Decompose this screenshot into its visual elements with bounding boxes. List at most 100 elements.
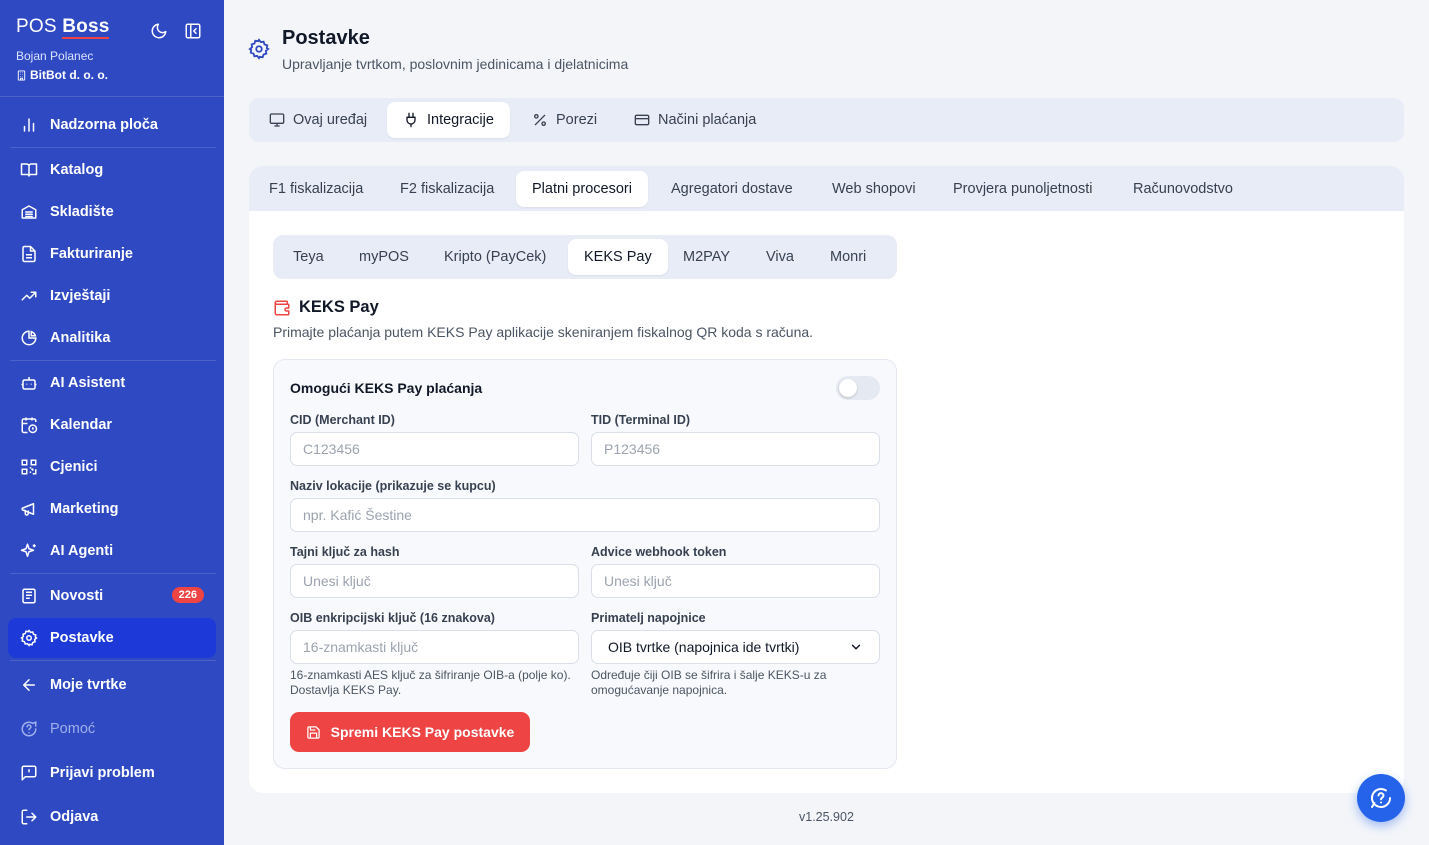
- tab-f1-fiskalizacija[interactable]: F1 fiskalizacija: [253, 171, 379, 207]
- wallet-icon: [274, 300, 290, 316]
- tab-label: Web shopovi: [832, 181, 916, 197]
- location-input[interactable]: [290, 498, 880, 532]
- tab-viva[interactable]: Viva: [750, 239, 810, 275]
- monitor-icon: [269, 113, 285, 127]
- sidebar-divider: [0, 96, 224, 97]
- sidebar-item-label: Skladište: [50, 204, 114, 220]
- tab-m2pay[interactable]: M2PAY: [667, 239, 746, 275]
- sidebar-item-moje-tvrtke[interactable]: Moje tvrtke: [8, 665, 216, 705]
- sidebar-item-ai-agenti[interactable]: AI Agenti: [8, 531, 216, 571]
- sidebar-item-label: AI Asistent: [50, 375, 126, 391]
- tab-mypos[interactable]: myPOS: [343, 239, 425, 275]
- tab-keks-pay[interactable]: KEKS Pay: [568, 239, 668, 275]
- sidebar-item-label: Izvještaji: [50, 288, 111, 304]
- file-text-icon: [22, 245, 36, 263]
- tab-label: Porezi: [556, 112, 598, 128]
- message-alert-icon: [21, 765, 37, 781]
- tab-teya[interactable]: Teya: [277, 239, 340, 275]
- tab-label: Računovodstvo: [1133, 181, 1233, 197]
- tab-nacini-placanja[interactable]: Načini plaćanja: [618, 102, 772, 138]
- building-icon: [17, 69, 26, 81]
- webhook-label: Advice webhook token: [591, 545, 727, 559]
- sidebar-item-nadzorna-ploca[interactable]: Nadzorna ploča: [8, 105, 216, 145]
- log-out-icon: [21, 809, 37, 825]
- tab-label: Teya: [293, 249, 324, 265]
- keks-pay-form: Omogući KEKS Pay plaćanja CID (Merchant …: [273, 359, 897, 769]
- panel-collapse-icon[interactable]: [184, 22, 202, 40]
- sidebar-item-postavke[interactable]: Postavke: [8, 618, 216, 658]
- sidebar-item-label: Prijavi problem: [50, 765, 155, 781]
- tab-platni-procesori[interactable]: Platni procesori: [516, 171, 648, 207]
- sidebar-divider: [10, 360, 216, 361]
- sidebar-item-pomoc[interactable]: Pomoć: [8, 709, 216, 749]
- tab-porezi[interactable]: Porezi: [516, 102, 613, 138]
- notification-badge: 226: [171, 587, 204, 603]
- tab-integracije[interactable]: Integracije: [387, 102, 510, 138]
- sparkles-icon: [20, 543, 36, 557]
- tab-label: Monri: [830, 249, 867, 265]
- arrow-left-icon: [23, 679, 35, 691]
- tab-label: F1 fiskalizacija: [269, 181, 364, 197]
- sidebar-item-prijavi-problem[interactable]: Prijavi problem: [8, 753, 216, 793]
- tab-racunovodstvo[interactable]: Računovodstvo: [1117, 171, 1249, 207]
- sidebar-item-label: Nadzorna ploča: [50, 117, 158, 133]
- save-button-label: Spremi KEKS Pay postavke: [330, 724, 515, 740]
- tab-label: Provjera punoljetnosti: [953, 181, 1093, 197]
- cid-input[interactable]: [290, 432, 579, 466]
- tab-label: Kripto (PayCek): [444, 249, 547, 265]
- brand-logo[interactable]: POS Boss: [16, 16, 110, 39]
- moon-icon[interactable]: [150, 22, 168, 40]
- sidebar-item-label: Fakturiranje: [50, 246, 133, 262]
- sidebar-item-ai-asistent[interactable]: AI Asistent: [8, 363, 216, 403]
- help-circle-icon: [21, 721, 37, 737]
- enable-label: Omogući KEKS Pay plaćanja: [290, 380, 483, 396]
- tab-label: Ovaj uređaj: [293, 112, 368, 128]
- credit-card-icon: [634, 114, 650, 126]
- recipient-label: Primatelj napojnice: [591, 611, 706, 625]
- sidebar: POS Boss Bojan Polanec BitBot d. o. o. N…: [0, 0, 224, 845]
- sidebar-item-label: Postavke: [50, 630, 114, 646]
- qr-code-icon: [21, 459, 37, 475]
- sidebar-item-analitika[interactable]: Analitika: [8, 318, 216, 358]
- tid-label: TID (Terminal ID): [591, 413, 691, 427]
- tab-ovaj-uredaj[interactable]: Ovaj uređaj: [253, 102, 383, 138]
- recipient-select[interactable]: OIB tvrtke (napojnica ide tvrtki): [591, 630, 880, 664]
- company-name[interactable]: BitBot d. o. o.: [16, 68, 108, 82]
- tab-kripto-paycek[interactable]: Kripto (PayCek): [428, 239, 562, 275]
- pie-chart-icon: [21, 330, 37, 346]
- sidebar-item-marketing[interactable]: Marketing: [8, 489, 216, 529]
- page-title: Postavke: [282, 27, 370, 49]
- tab-provjera-punoljetnosti[interactable]: Provjera punoljetnosti: [937, 171, 1108, 207]
- app-version: v1.25.902: [799, 810, 854, 824]
- sidebar-item-skladiste[interactable]: Skladište: [8, 192, 216, 232]
- tab-label: F2 fiskalizacija: [400, 181, 495, 197]
- location-label: Naziv lokacije (prikazuje se kupcu): [290, 479, 496, 493]
- sidebar-item-odjava[interactable]: Odjava: [8, 797, 216, 837]
- sidebar-item-kalendar[interactable]: Kalendar: [8, 405, 216, 445]
- tab-web-shopovi[interactable]: Web shopovi: [816, 171, 932, 207]
- recipient-value: OIB tvrtke (napojnica ide tvrtki): [608, 639, 800, 655]
- oib-key-label: OIB enkripcijski ključ (16 znakova): [290, 611, 495, 625]
- tab-monri[interactable]: Monri: [814, 239, 882, 275]
- user-name: Bojan Polanec: [16, 49, 94, 63]
- secret-label: Tajni ključ za hash: [290, 545, 400, 559]
- brand-part2: Boss: [62, 16, 110, 39]
- oib-key-input[interactable]: [290, 630, 579, 664]
- tab-agregatori-dostave[interactable]: Agregatori dostave: [655, 171, 809, 207]
- support-chat-button[interactable]: [1357, 774, 1405, 822]
- sidebar-item-izvjestaji[interactable]: Izvještaji: [8, 276, 216, 316]
- chat-help-icon: [1371, 788, 1391, 808]
- webhook-input[interactable]: [591, 564, 880, 598]
- sidebar-item-label: Moje tvrtke: [50, 677, 127, 693]
- sidebar-item-label: Novosti: [50, 588, 104, 604]
- secret-input[interactable]: [290, 564, 579, 598]
- tid-input[interactable]: [591, 432, 880, 466]
- enable-toggle[interactable]: [836, 376, 880, 400]
- sidebar-item-novosti[interactable]: Novosti 226: [8, 576, 216, 616]
- sidebar-item-fakturiranje[interactable]: Fakturiranje: [8, 234, 216, 274]
- tab-f2-fiskalizacija[interactable]: F2 fiskalizacija: [384, 171, 510, 207]
- sidebar-item-katalog[interactable]: Katalog: [8, 150, 216, 190]
- save-button[interactable]: Spremi KEKS Pay postavke: [290, 712, 530, 752]
- percent-icon: [534, 114, 546, 126]
- sidebar-item-cjenici[interactable]: Cjenici: [8, 447, 216, 487]
